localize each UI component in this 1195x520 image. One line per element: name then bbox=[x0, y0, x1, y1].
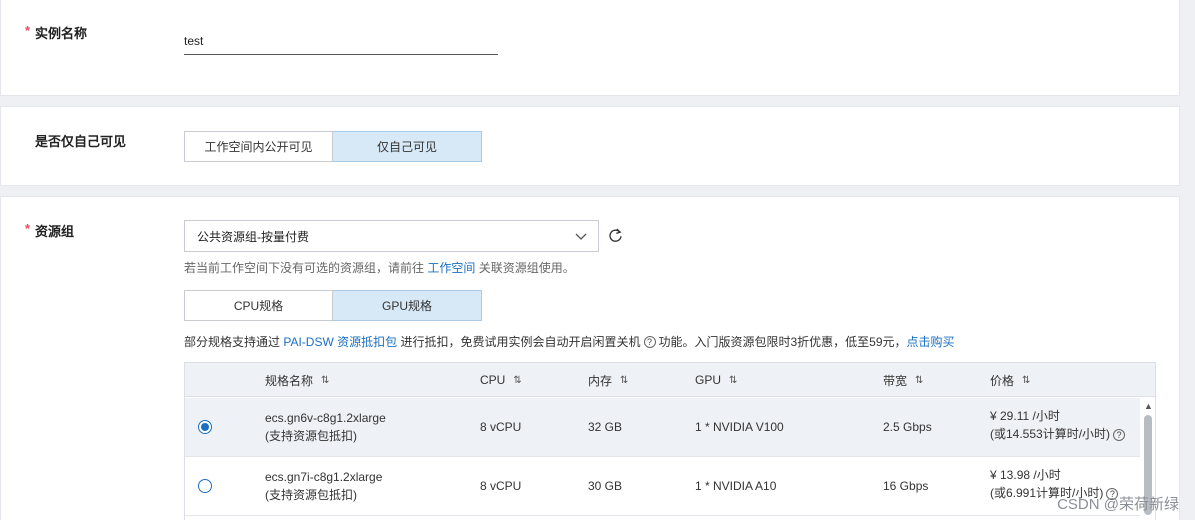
gpu-cell: 1 * NVIDIA V100 bbox=[695, 420, 784, 434]
resource-group-select[interactable]: 公共资源组-按量付费 bbox=[184, 220, 599, 252]
note-text: 部分规格支持通过 bbox=[184, 335, 281, 349]
header-label: 内存 bbox=[588, 373, 613, 388]
sort-icon: ⇅ bbox=[620, 374, 629, 386]
bandwidth-cell: 16 Gbps bbox=[883, 479, 929, 493]
sort-icon: ⇅ bbox=[1022, 374, 1031, 386]
voucher-package-link[interactable]: PAI-DSW 资源抵扣包 bbox=[283, 333, 397, 350]
resource-group-label: 资源组 bbox=[35, 224, 75, 239]
visibility-label: 是否仅自己可见 bbox=[35, 134, 127, 149]
help-icon[interactable]: ? bbox=[1113, 429, 1126, 441]
resource-group-select-value: 公共资源组-按量付费 bbox=[197, 229, 309, 244]
column-header-memory[interactable]: 内存 ⇅ bbox=[588, 363, 629, 397]
spec-name-cell: ecs.gn7i-c8g1.2xlarge (支持资源包抵扣) bbox=[265, 468, 382, 504]
workspace-link[interactable]: 工作空间 bbox=[427, 261, 475, 275]
refresh-icon[interactable] bbox=[607, 227, 624, 244]
price-cell: ¥ 29.11 /小时 (或14.553计算时/小时)? bbox=[990, 407, 1128, 443]
column-header-gpu[interactable]: GPU ⇅ bbox=[695, 363, 738, 397]
spec-name-cell: ecs.gn6v-c8g1.2xlarge (支持资源包抵扣) bbox=[265, 409, 386, 445]
hint-text: 若当前工作空间下没有可选的资源组，请前往 bbox=[184, 261, 425, 275]
column-header-name[interactable]: 规格名称 ⇅ bbox=[265, 363, 330, 397]
visibility-option-public[interactable]: 工作空间内公开可见 bbox=[184, 131, 333, 162]
instance-name-section: * 实例名称 bbox=[0, 0, 1180, 96]
instance-name-input[interactable] bbox=[184, 27, 498, 55]
price-compute: (或14.553计算时/小时) bbox=[990, 427, 1111, 441]
tab-cpu-spec[interactable]: CPU规格 bbox=[184, 290, 333, 321]
header-label: 规格名称 bbox=[265, 373, 314, 388]
table-header: 规格名称 ⇅ CPU ⇅ 内存 ⇅ GPU ⇅ 带宽 ⇅ 价格 ⇅ bbox=[185, 363, 1155, 397]
required-mark: * bbox=[25, 23, 31, 38]
table-row[interactable]: ecs.gn7i-c8g1.2xlarge (支持资源包抵扣) 8 vCPU 30… bbox=[185, 457, 1140, 516]
sort-icon: ⇅ bbox=[915, 374, 924, 386]
cpu-cell: 8 vCPU bbox=[480, 479, 522, 493]
watermark: CSDN @荣荷新绿 bbox=[1057, 496, 1179, 513]
spec-note: (支持资源包抵扣) bbox=[265, 488, 357, 502]
resource-group-section: * 资源组 公共资源组-按量付费 若当前工作空间下没有可选的资源组，请前往 工作… bbox=[0, 196, 1180, 520]
spec-table: 规格名称 ⇅ CPU ⇅ 内存 ⇅ GPU ⇅ 带宽 ⇅ 价格 ⇅ ecs.gn6v-c8g… bbox=[184, 362, 1156, 520]
memory-cell: 30 GB bbox=[588, 479, 623, 493]
buy-link[interactable]: 点击购买 bbox=[907, 333, 955, 350]
header-label: 带宽 bbox=[883, 373, 908, 388]
row-radio[interactable] bbox=[198, 479, 212, 493]
header-label: 价格 bbox=[990, 373, 1015, 388]
scroll-up-arrow-icon[interactable]: ▲ bbox=[1144, 401, 1153, 411]
sort-icon: ⇅ bbox=[729, 374, 738, 386]
spec-note: 部分规格支持通过 PAI-DSW 资源抵扣包 进行抵扣，免费试用实例会自动开启闲… bbox=[184, 333, 955, 350]
column-header-price[interactable]: 价格 ⇅ bbox=[990, 363, 1031, 397]
gpu-cell: 1 * NVIDIA A10 bbox=[695, 479, 777, 493]
help-icon[interactable]: ? bbox=[643, 335, 656, 348]
row-radio[interactable] bbox=[198, 420, 212, 434]
tab-gpu-spec[interactable]: GPU规格 bbox=[333, 290, 482, 321]
memory-cell: 32 GB bbox=[588, 420, 623, 434]
header-label: CPU bbox=[480, 373, 506, 387]
hint-text-suffix: 关联资源组使用。 bbox=[478, 261, 575, 275]
chevron-down-icon bbox=[575, 233, 587, 240]
cpu-cell: 8 vCPU bbox=[480, 420, 522, 434]
visibility-option-private[interactable]: 仅自己可见 bbox=[333, 131, 482, 162]
sort-icon: ⇅ bbox=[321, 374, 330, 386]
visibility-section: 是否仅自己可见 工作空间内公开可见 仅自己可见 bbox=[0, 106, 1180, 186]
note-text-mid: 进行抵扣，免费试用实例会自动开启闲置关机 bbox=[400, 335, 641, 349]
price: ¥ 13.98 /小时 bbox=[990, 468, 1061, 482]
table-row[interactable]: ecs.gn6v-c8g1.2xlarge (支持资源包抵扣) 8 vCPU 32… bbox=[185, 398, 1140, 457]
column-header-cpu[interactable]: CPU ⇅ bbox=[480, 363, 522, 397]
instance-name-label: 实例名称 bbox=[35, 26, 88, 41]
spec-type-toggle: CPU规格 GPU规格 bbox=[184, 290, 482, 321]
bandwidth-cell: 2.5 Gbps bbox=[883, 420, 932, 434]
spec-name: ecs.gn7i-c8g1.2xlarge bbox=[265, 470, 383, 484]
spec-name: ecs.gn6v-c8g1.2xlarge bbox=[265, 411, 386, 425]
header-label: GPU bbox=[695, 373, 722, 387]
sort-icon: ⇅ bbox=[513, 374, 522, 386]
required-mark: * bbox=[25, 221, 31, 236]
spec-note: (支持资源包抵扣) bbox=[265, 429, 357, 443]
price: ¥ 29.11 /小时 bbox=[990, 409, 1060, 423]
resource-group-hint: 若当前工作空间下没有可选的资源组，请前往 工作空间 关联资源组使用。 bbox=[184, 259, 575, 276]
note-text-suffix: 功能。入门版资源包限时3折优惠，低至59元， bbox=[658, 335, 907, 349]
visibility-toggle: 工作空间内公开可见 仅自己可见 bbox=[184, 131, 482, 162]
column-header-bandwidth[interactable]: 带宽 ⇅ bbox=[883, 363, 924, 397]
